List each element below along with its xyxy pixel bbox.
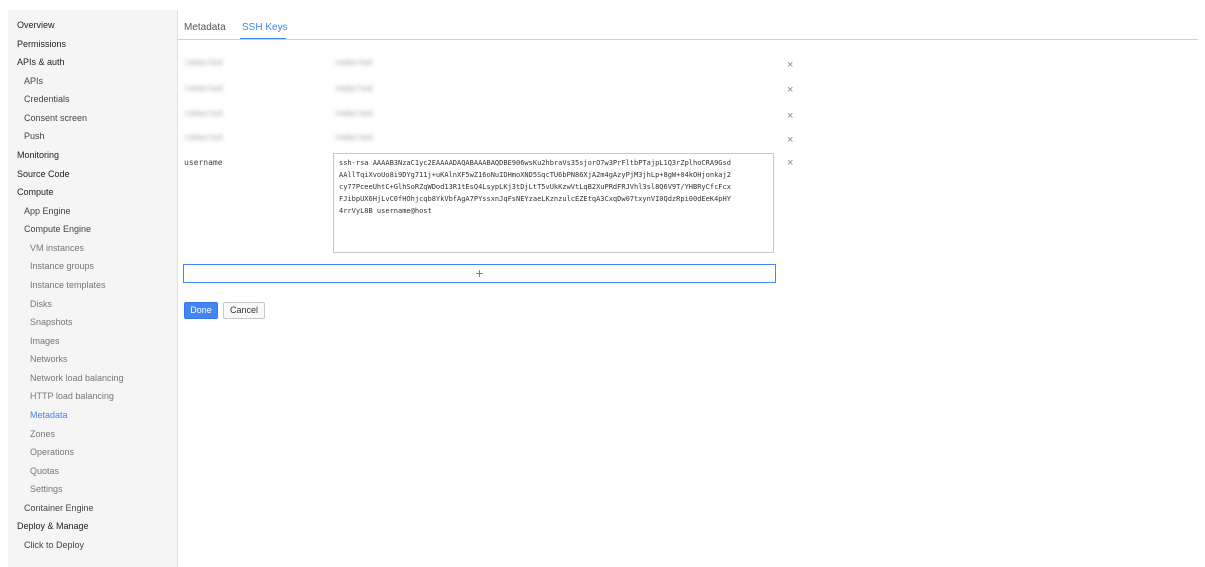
sidebar-item-container-engine[interactable]: Container Engine — [24, 502, 94, 514]
sidebar-item-disks[interactable]: Disks — [30, 298, 52, 310]
sidebar-item-compute-engine[interactable]: Compute Engine — [24, 223, 91, 235]
done-button[interactable]: Done — [184, 302, 218, 319]
app: Overview Permissions APIs & auth APIs Creden… — [0, 0, 1205, 567]
sidebar-item-metadata[interactable]: Metadata — [30, 409, 68, 421]
remove-key-button[interactable]: × — [787, 134, 793, 146]
ssh-key-username: redacted — [184, 58, 223, 67]
sidebar-item-images[interactable]: Images — [30, 335, 60, 347]
sidebar-item-apis-auth[interactable]: APIs & auth — [17, 56, 65, 68]
sidebar-item-monitoring[interactable]: Monitoring — [17, 149, 59, 161]
sidebar-item-compute[interactable]: Compute — [17, 186, 54, 198]
cancel-button[interactable]: Cancel — [223, 302, 265, 319]
sidebar-item-instance-templates[interactable]: Instance templates — [30, 279, 106, 291]
sidebar-item-instance-groups[interactable]: Instance groups — [30, 260, 94, 272]
sidebar-item-consent-screen[interactable]: Consent screen — [24, 112, 87, 124]
sidebar-nav: Overview Permissions APIs & auth APIs Creden… — [8, 10, 178, 567]
sidebar-item-source-code[interactable]: Source Code — [17, 168, 70, 180]
ssh-key-value[interactable]: redacted — [334, 53, 774, 73]
sidebar-item-permissions[interactable]: Permissions — [17, 38, 66, 50]
sidebar-item-app-engine[interactable]: App Engine — [24, 205, 71, 217]
sidebar-item-quotas[interactable]: Quotas — [30, 465, 59, 477]
remove-key-button[interactable]: × — [787, 59, 793, 71]
sidebar-item-snapshots[interactable]: Snapshots — [30, 316, 73, 328]
sidebar-item-apis[interactable]: APIs — [24, 75, 43, 87]
tab-metadata[interactable]: Metadata — [184, 22, 226, 34]
ssh-key-username: redacted — [184, 109, 223, 118]
sidebar-item-zones[interactable]: Zones — [30, 428, 55, 440]
remove-key-button[interactable]: × — [787, 110, 793, 122]
tab-ssh-keys[interactable]: SSH Keys — [242, 22, 288, 34]
sidebar-item-operations[interactable]: Operations — [30, 446, 74, 458]
ssh-key-value[interactable]: redacted — [334, 104, 774, 124]
add-key-button[interactable]: + — [183, 264, 776, 283]
sidebar-item-push[interactable]: Push — [24, 130, 45, 142]
plus-icon: + — [475, 265, 484, 281]
ssh-key-username: username — [184, 158, 223, 167]
ssh-key-textarea[interactable] — [333, 153, 774, 253]
sidebar-item-networks[interactable]: Networks — [30, 353, 68, 365]
sidebar-item-click-to-deploy[interactable]: Click to Deploy — [24, 539, 84, 551]
sidebar-item-settings[interactable]: Settings — [30, 483, 63, 495]
sidebar-item-vm-instances[interactable]: VM instances — [30, 242, 84, 254]
remove-key-button[interactable]: × — [787, 84, 793, 96]
ssh-key-username: redacted — [184, 133, 223, 142]
remove-key-button[interactable]: × — [787, 157, 793, 169]
sidebar-item-overview[interactable]: Overview — [17, 19, 55, 31]
sidebar-item-deploy-manage[interactable]: Deploy & Manage — [17, 520, 89, 532]
ssh-key-username: redacted — [184, 84, 223, 93]
tab-divider — [178, 39, 1198, 40]
sidebar-item-network-load-balancing[interactable]: Network load balancing — [30, 372, 124, 384]
sidebar-item-http-load-balancing[interactable]: HTTP load balancing — [30, 390, 114, 402]
sidebar-item-credentials[interactable]: Credentials — [24, 93, 70, 105]
ssh-key-value[interactable]: redacted — [334, 79, 774, 99]
ssh-key-value[interactable]: redacted — [334, 128, 774, 148]
